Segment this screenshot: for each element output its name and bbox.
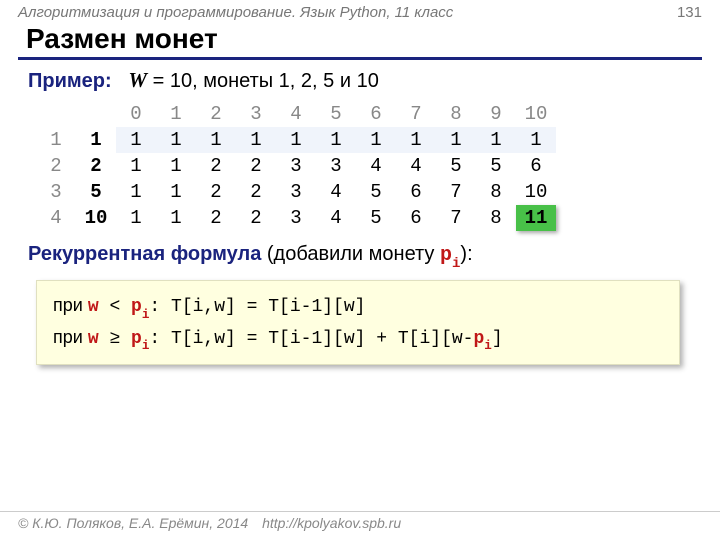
footer: © К.Ю. Поляков, Е.А. Ерёмин, 2014 http:/… [0,511,720,534]
recurrence-line: Рекуррентная формула (добавили монету pi… [28,243,692,270]
breadcrumb: Алгоритмизация и программирование. Язык … [18,4,453,21]
top-bar: Алгоритмизация и программирование. Язык … [0,0,720,23]
formula-line-1: при w < pi: T[i,w] = T[i-1][w] [53,291,663,323]
coin-symbol: pi [440,244,460,267]
dp-table: 0 1 2 3 4 5 6 7 8 9 10 1 1 11111111111 2… [36,101,556,231]
dp-row: 2 2 11223344556 [36,153,556,179]
footer-link[interactable]: http://kpolyakov.spb.ru [262,515,401,531]
formula-box: при w < pi: T[i,w] = T[i-1][w] при w ≥ p… [36,280,680,365]
example-w: W [128,68,147,92]
page-title: Размен монет [26,23,702,55]
example-line: Пример: W = 10, монеты 1, 2, 5 и 10 [28,68,692,93]
example-label: Пример: [28,70,112,92]
example-text: = 10, монеты 1, 2, 5 и 10 [147,70,379,92]
dp-row: 3 5 112234567810 [36,179,556,205]
dp-row: 1 1 11111111111 [36,127,556,153]
page-number: 131 [677,4,702,21]
dp-header-row: 0 1 2 3 4 5 6 7 8 9 10 [36,101,556,127]
formula-line-2: при w ≥ pi: T[i,w] = T[i-1][w] + T[i][w-… [53,323,663,355]
content: Пример: W = 10, монеты 1, 2, 5 и 10 0 1 … [28,68,692,365]
footer-copyright: © К.Ю. Поляков, Е.А. Ерёмин, 2014 [18,515,248,531]
recurrence-label: Рекуррентная формула [28,243,261,265]
title-rule [18,57,702,60]
dp-row: 4 10 112234567811 [36,205,556,231]
